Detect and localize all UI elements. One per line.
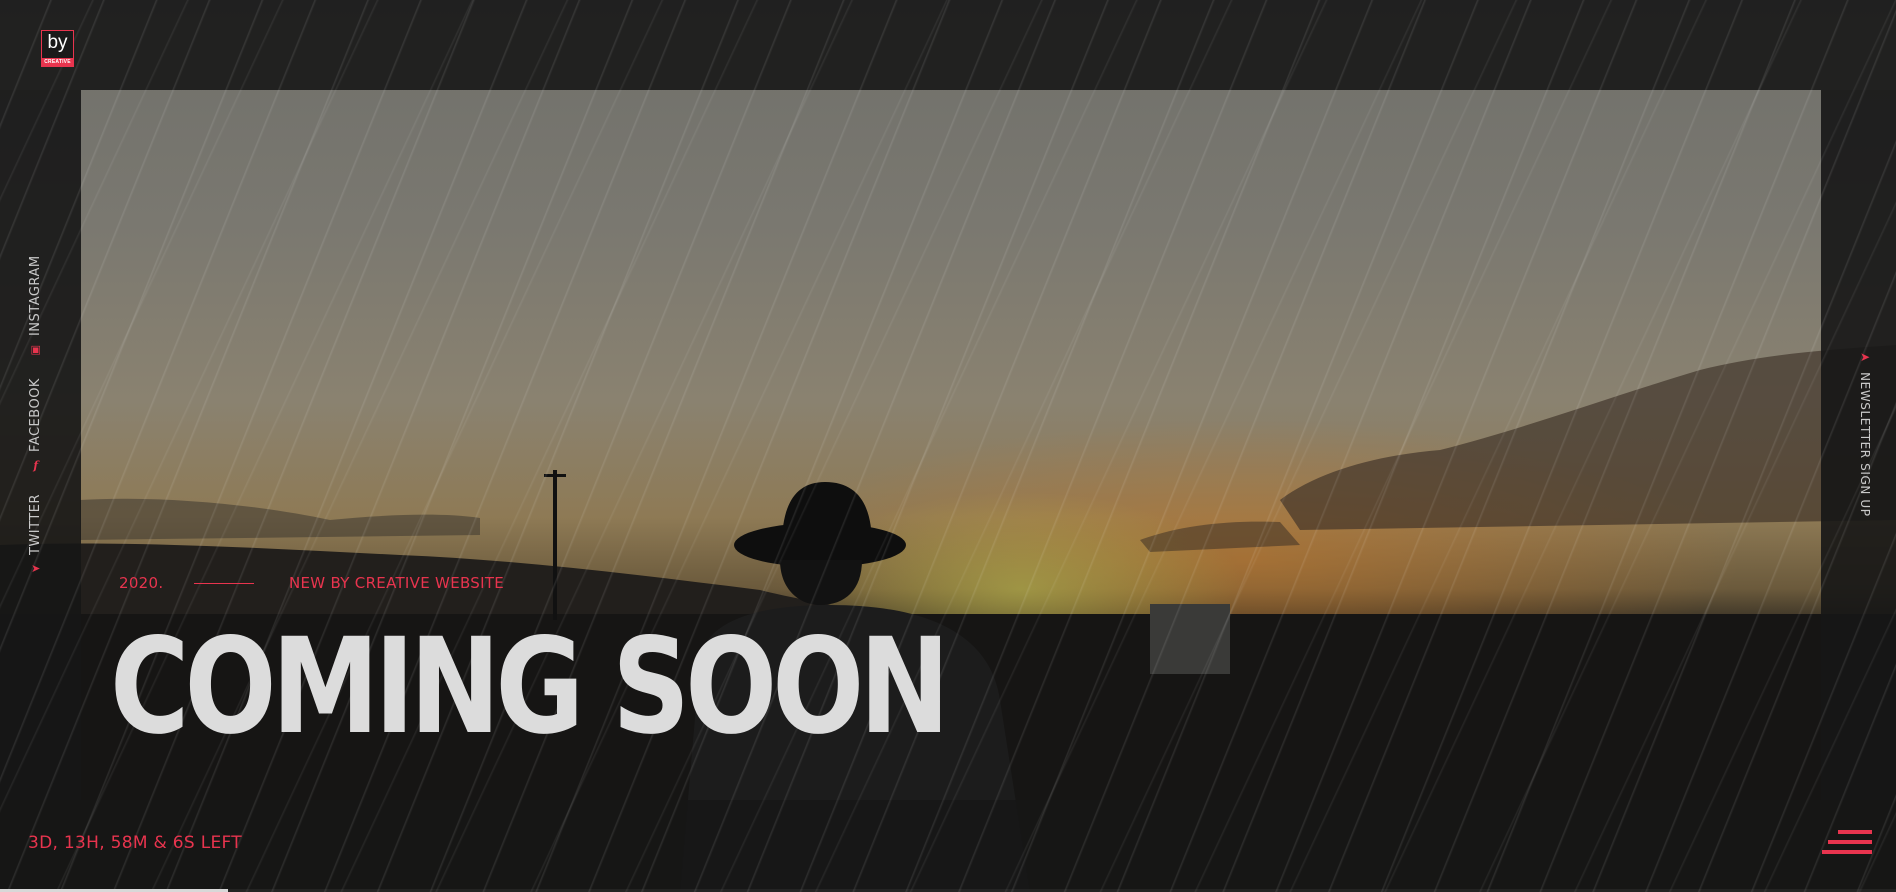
page: by CREATIVE ➤ TWITTER f FACEBOOK ▣ INSTA… [0, 0, 1896, 892]
newsletter-label: NEWSLETTER SIGN UP [1858, 372, 1872, 517]
menu-button[interactable] [1822, 828, 1872, 858]
twitter-icon: ➤ [31, 562, 41, 575]
brand-logo[interactable]: by CREATIVE [41, 30, 74, 67]
menu-icon-line [1828, 840, 1872, 844]
tagline-divider [194, 582, 254, 584]
logo-text: by [47, 32, 68, 53]
social-link-label: TWITTER [28, 493, 43, 555]
facebook-icon: f [33, 458, 39, 472]
hero-tagline-text: NEW BY CREATIVE WEBSITE [289, 574, 505, 592]
hero-tagline: 2020. NEW BY CREATIVE WEBSITE [119, 574, 504, 592]
frame-top [0, 0, 1896, 90]
hero-headline: COMING SOON [110, 610, 950, 764]
countdown-timer: 3D, 13H, 58M & 6S LEFT [28, 833, 242, 853]
send-icon: ➤ [1859, 350, 1871, 365]
social-link-twitter[interactable]: ➤ TWITTER [24, 494, 48, 575]
menu-icon [1838, 830, 1872, 834]
instagram-icon: ▣ [30, 343, 42, 357]
social-link-label: FACEBOOK [28, 378, 43, 452]
hero-year: 2020. [119, 574, 164, 592]
frame-bottom [0, 800, 1896, 892]
newsletter-signup-link[interactable]: ➤ NEWSLETTER SIGN UP [1858, 350, 1872, 517]
menu-icon-line [1822, 850, 1872, 854]
social-link-label: INSTAGRAM [28, 255, 43, 337]
social-link-facebook[interactable]: f FACEBOOK [24, 378, 48, 472]
social-link-instagram[interactable]: ▣ INSTAGRAM [24, 255, 48, 356]
logo-subtext: CREATIVE [42, 58, 73, 66]
social-links: ➤ TWITTER f FACEBOOK ▣ INSTAGRAM [24, 255, 324, 575]
